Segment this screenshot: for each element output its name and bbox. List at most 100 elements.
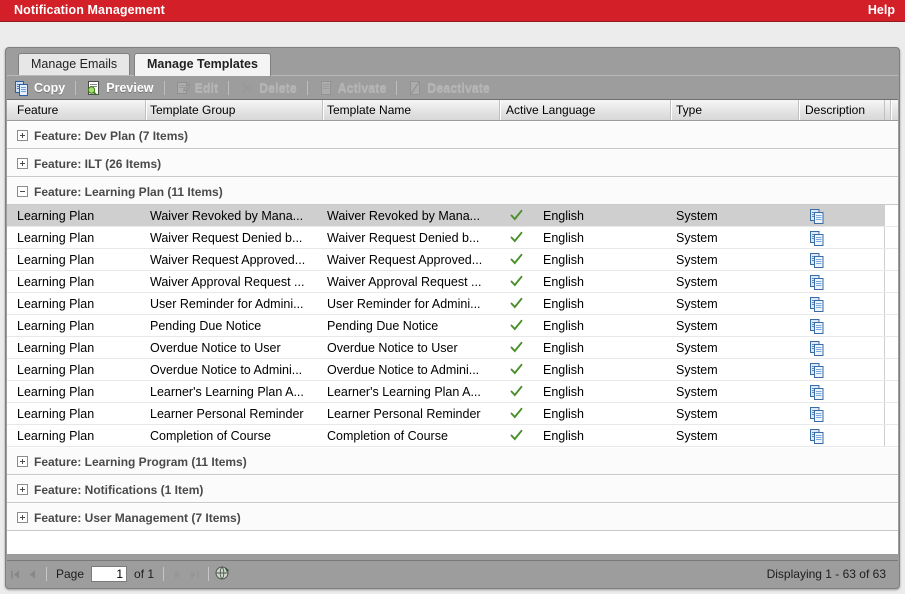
column-resize-handle[interactable] [670,100,672,120]
row-right-gutter [884,271,898,292]
table-row[interactable]: Learning PlanPending Due NoticePending D… [7,315,898,337]
active-check-icon [510,407,523,420]
table-row[interactable]: Learning PlanWaiver Approval Request ...… [7,271,898,293]
expand-icon[interactable] [17,158,28,169]
page-count-label: of 1 [130,567,158,581]
cell-template-name: Waiver Request Denied b... [327,231,502,245]
column-header-template-name[interactable]: Template Name [327,103,411,117]
column-header-feature[interactable]: Feature [17,103,58,117]
table-row[interactable]: Learning PlanLearner Personal ReminderLe… [7,403,898,425]
group-row[interactable]: Feature: Dev Plan (7 Items) [7,121,898,149]
page-number-input[interactable] [91,566,127,582]
column-resize-handle[interactable] [145,100,147,120]
document-copy-icon[interactable] [809,252,825,268]
table-row[interactable]: Learning PlanOverdue Notice to Admini...… [7,359,898,381]
document-copy-icon[interactable] [809,340,825,356]
page-label: Page [52,567,88,581]
group-row[interactable]: Feature: Learning Program (11 Items) [7,447,898,475]
cell-active-language: English [543,363,663,377]
table-row[interactable]: Learning PlanOverdue Notice to UserOverd… [7,337,898,359]
column-resize-handle[interactable] [890,100,892,120]
toolbar-separator [75,81,76,95]
expand-icon[interactable] [17,456,28,467]
column-header-active-language[interactable]: Active Language [506,103,595,117]
last-page-button [186,566,203,583]
group-row[interactable]: Feature: Notifications (1 Item) [7,475,898,503]
toolbar: Copy Preview [7,75,898,99]
document-copy-icon[interactable] [809,428,825,444]
grid-body: Feature: Dev Plan (7 Items) Feature: ILT … [7,121,898,531]
toolbar-separator [164,81,165,95]
cell-active-language: English [543,341,663,355]
copy-button[interactable]: Copy [7,77,72,99]
document-copy-icon[interactable] [809,274,825,290]
grid-header-row: Feature Template Group Template Name Active… [7,100,898,121]
tab-manage-templates[interactable]: Manage Templates [134,53,271,76]
group-row[interactable]: Feature: ILT (26 Items) [7,149,898,177]
cell-active-language: English [543,231,663,245]
cell-template-name: Overdue Notice to Admini... [327,363,502,377]
cell-type: System [676,275,791,289]
group-row[interactable]: Feature: Learning Plan (11 Items) [7,177,898,205]
cell-template-group: Learner's Learning Plan A... [150,385,325,399]
table-row[interactable]: Learning PlanWaiver Revoked by Mana...Wa… [7,205,898,227]
document-copy-icon[interactable] [809,406,825,422]
document-copy-icon[interactable] [809,296,825,312]
active-check-icon [510,231,523,244]
help-link[interactable]: Help [868,3,895,17]
document-copy-icon[interactable] [809,384,825,400]
column-header-description[interactable]: Description [805,103,865,117]
column-header-template-group[interactable]: Template Group [150,103,235,117]
preview-icon [86,80,102,96]
preview-button[interactable]: Preview [79,77,160,99]
group-row[interactable]: Feature: User Management (7 Items) [7,503,898,531]
cell-template-name: Learner Personal Reminder [327,407,502,421]
expand-icon[interactable] [17,130,28,141]
cell-feature: Learning Plan [17,275,142,289]
tab-manage-emails[interactable]: Manage Emails [18,53,130,75]
row-right-gutter [884,403,898,424]
toolbar-separator [307,81,308,95]
group-row-label: Feature: User Management (7 Items) [34,511,241,525]
table-row[interactable]: Learning PlanWaiver Request Approved...W… [7,249,898,271]
document-copy-icon[interactable] [809,208,825,224]
deactivate-button: Deactivate [400,77,497,99]
table-row[interactable]: Learning PlanWaiver Request Denied b...W… [7,227,898,249]
row-right-gutter [884,359,898,380]
notification-management-window: Notification Management Help Manage Emai… [0,0,905,594]
group-row-label: Feature: Dev Plan (7 Items) [34,129,188,143]
next-page-button [169,566,186,583]
active-check-icon [510,297,523,310]
cell-type: System [676,429,791,443]
active-check-icon [510,363,523,376]
refresh-icon[interactable] [214,565,232,583]
column-resize-handle[interactable] [499,100,501,120]
previous-page-button [24,566,41,583]
active-check-icon [510,341,523,354]
cell-template-group: Completion of Course [150,429,325,443]
group-row-label: Feature: ILT (26 Items) [34,157,161,171]
cell-type: System [676,231,791,245]
expand-icon[interactable] [17,512,28,523]
column-header-type[interactable]: Type [676,103,702,117]
expand-icon[interactable] [17,484,28,495]
cell-feature: Learning Plan [17,407,142,421]
document-copy-icon[interactable] [809,362,825,378]
column-resize-handle[interactable] [798,100,800,120]
table-row[interactable]: Learning PlanCompletion of CourseComplet… [7,425,898,447]
table-row[interactable]: Learning PlanUser Reminder for Admini...… [7,293,898,315]
group-row-label: Feature: Learning Program (11 Items) [34,455,247,469]
collapse-icon[interactable] [17,186,28,197]
page-body: Manage Emails Manage Templates [0,22,905,594]
cell-template-group: Waiver Request Denied b... [150,231,325,245]
table-row[interactable]: Learning PlanLearner's Learning Plan A..… [7,381,898,403]
document-copy-icon[interactable] [809,318,825,334]
cell-template-group: Waiver Revoked by Mana... [150,209,325,223]
column-resize-handle[interactable] [322,100,324,120]
cell-active-language: English [543,407,663,421]
row-right-gutter [884,249,898,270]
record-count-label: Displaying 1 - 63 of 63 [767,567,886,581]
document-copy-icon[interactable] [809,230,825,246]
delete-button: Delete [232,77,304,99]
copy-icon [14,80,30,96]
